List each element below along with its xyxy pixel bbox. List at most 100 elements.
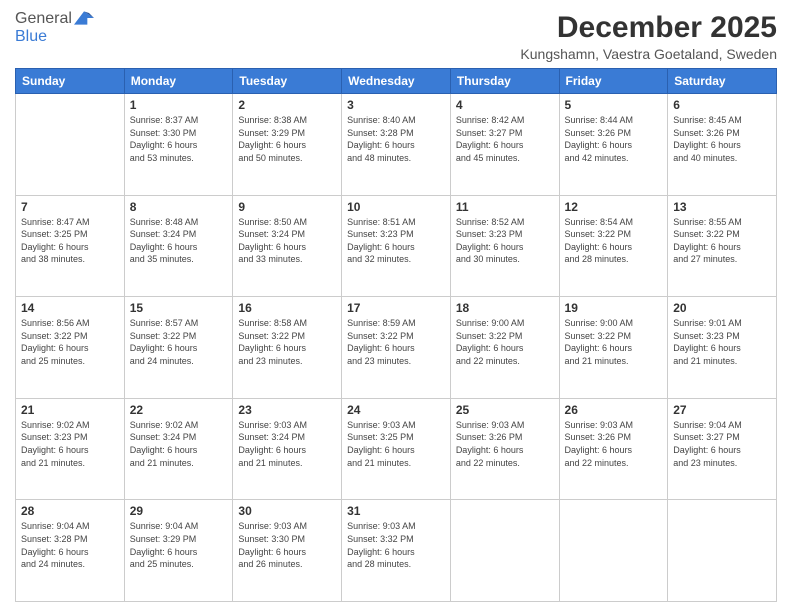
day-info: Sunrise: 8:57 AM Sunset: 3:22 PM Dayligh… (130, 317, 228, 367)
day-number: 18 (456, 301, 554, 315)
day-info: Sunrise: 9:04 AM Sunset: 3:27 PM Dayligh… (673, 419, 771, 469)
day-cell: 18Sunrise: 9:00 AM Sunset: 3:22 PM Dayli… (450, 297, 559, 399)
day-info: Sunrise: 9:04 AM Sunset: 3:28 PM Dayligh… (21, 520, 119, 570)
day-cell: 19Sunrise: 9:00 AM Sunset: 3:22 PM Dayli… (559, 297, 668, 399)
day-cell: 21 Sunrise: 9:02 AM Sunset: 3:23 PM Dayli… (16, 398, 125, 500)
day-number: 23 (238, 403, 336, 417)
title-section: December 2025 Kungshamn, Vaestra Goetala… (520, 10, 777, 62)
day-info: Sunrise: 9:03 AM Sunset: 3:24 PM Dayligh… (238, 419, 336, 469)
day-info: Sunrise: 9:02 AM Sunset: 3:24 PM Dayligh… (130, 419, 228, 469)
day-cell: 14 Sunrise: 8:56 AM Sunset: 3:22 PM Dayli… (16, 297, 125, 399)
header-monday: Monday (124, 69, 233, 94)
day-number: 5 (565, 98, 663, 112)
week-row-3: 14 Sunrise: 8:56 AM Sunset: 3:22 PM Dayli… (16, 297, 777, 399)
day-cell: 6 Sunrise: 8:45 AM Sunset: 3:26 PM Daylig… (668, 94, 777, 196)
day-cell: 31Sunrise: 9:03 AM Sunset: 3:32 PM Dayli… (342, 500, 451, 602)
day-info: Sunrise: 8:38 AM Sunset: 3:29 PM Dayligh… (238, 114, 336, 164)
day-info: Sunrise: 8:44 AM Sunset: 3:26 PM Dayligh… (565, 114, 663, 164)
logo-icon (74, 8, 94, 28)
day-cell: 29Sunrise: 9:04 AM Sunset: 3:29 PM Dayli… (124, 500, 233, 602)
day-number: 2 (238, 98, 336, 112)
day-number: 21 (21, 403, 119, 417)
day-number: 1 (130, 98, 228, 112)
day-cell: 13 Sunrise: 8:55 AM Sunset: 3:22 PM Dayli… (668, 195, 777, 297)
day-number: 10 (347, 200, 445, 214)
day-number: 7 (21, 200, 119, 214)
day-info: Sunrise: 8:50 AM Sunset: 3:24 PM Dayligh… (238, 216, 336, 266)
day-cell: 25 Sunrise: 9:03 AM Sunset: 3:26 PM Dayli… (450, 398, 559, 500)
day-info: Sunrise: 8:52 AM Sunset: 3:23 PM Dayligh… (456, 216, 554, 266)
day-number: 24 (347, 403, 445, 417)
logo-general: General (15, 10, 72, 28)
calendar-table: Sunday Monday Tuesday Wednesday Thursday… (15, 68, 777, 602)
day-cell: 28Sunrise: 9:04 AM Sunset: 3:28 PM Dayli… (16, 500, 125, 602)
day-info: Sunrise: 8:40 AM Sunset: 3:28 PM Dayligh… (347, 114, 445, 164)
day-number: 30 (238, 504, 336, 518)
day-number: 14 (21, 301, 119, 315)
day-info: Sunrise: 9:03 AM Sunset: 3:26 PM Dayligh… (456, 419, 554, 469)
header-wednesday: Wednesday (342, 69, 451, 94)
day-cell: 16Sunrise: 8:58 AM Sunset: 3:22 PM Dayli… (233, 297, 342, 399)
day-cell: 23 Sunrise: 9:03 AM Sunset: 3:24 PM Dayli… (233, 398, 342, 500)
day-cell: 3 Sunrise: 8:40 AM Sunset: 3:28 PM Daylig… (342, 94, 451, 196)
day-cell: 11Sunrise: 8:52 AM Sunset: 3:23 PM Dayli… (450, 195, 559, 297)
week-row-2: 7 Sunrise: 8:47 AM Sunset: 3:25 PM Daylig… (16, 195, 777, 297)
day-cell: 8 Sunrise: 8:48 AM Sunset: 3:24 PM Daylig… (124, 195, 233, 297)
day-number: 17 (347, 301, 445, 315)
day-cell (559, 500, 668, 602)
day-info: Sunrise: 8:48 AM Sunset: 3:24 PM Dayligh… (130, 216, 228, 266)
day-cell: 1Sunrise: 8:37 AM Sunset: 3:30 PM Daylig… (124, 94, 233, 196)
day-number: 3 (347, 98, 445, 112)
day-info: Sunrise: 9:03 AM Sunset: 3:25 PM Dayligh… (347, 419, 445, 469)
day-info: Sunrise: 9:04 AM Sunset: 3:29 PM Dayligh… (130, 520, 228, 570)
calendar-page: General Blue December 2025 Kungshamn, Va… (0, 0, 792, 612)
day-number: 27 (673, 403, 771, 417)
day-number: 20 (673, 301, 771, 315)
day-info: Sunrise: 8:56 AM Sunset: 3:22 PM Dayligh… (21, 317, 119, 367)
day-info: Sunrise: 8:45 AM Sunset: 3:26 PM Dayligh… (673, 114, 771, 164)
day-info: Sunrise: 8:54 AM Sunset: 3:22 PM Dayligh… (565, 216, 663, 266)
day-info: Sunrise: 9:03 AM Sunset: 3:30 PM Dayligh… (238, 520, 336, 570)
day-number: 13 (673, 200, 771, 214)
day-info: Sunrise: 9:03 AM Sunset: 3:26 PM Dayligh… (565, 419, 663, 469)
header-thursday: Thursday (450, 69, 559, 94)
header-tuesday: Tuesday (233, 69, 342, 94)
day-cell: 20 Sunrise: 9:01 AM Sunset: 3:23 PM Dayli… (668, 297, 777, 399)
day-cell: 30 Sunrise: 9:03 AM Sunset: 3:30 PM Dayli… (233, 500, 342, 602)
header: General Blue December 2025 Kungshamn, Va… (15, 10, 777, 62)
day-cell: 7 Sunrise: 8:47 AM Sunset: 3:25 PM Daylig… (16, 195, 125, 297)
day-info: Sunrise: 8:42 AM Sunset: 3:27 PM Dayligh… (456, 114, 554, 164)
day-cell: 15Sunrise: 8:57 AM Sunset: 3:22 PM Dayli… (124, 297, 233, 399)
day-number: 19 (565, 301, 663, 315)
day-number: 6 (673, 98, 771, 112)
day-cell: 9 Sunrise: 8:50 AM Sunset: 3:24 PM Daylig… (233, 195, 342, 297)
day-cell: 4Sunrise: 8:42 AM Sunset: 3:27 PM Daylig… (450, 94, 559, 196)
day-cell (16, 94, 125, 196)
day-cell: 2 Sunrise: 8:38 AM Sunset: 3:29 PM Daylig… (233, 94, 342, 196)
day-number: 22 (130, 403, 228, 417)
day-cell: 24 Sunrise: 9:03 AM Sunset: 3:25 PM Dayli… (342, 398, 451, 500)
header-friday: Friday (559, 69, 668, 94)
day-info: Sunrise: 9:02 AM Sunset: 3:23 PM Dayligh… (21, 419, 119, 469)
day-number: 12 (565, 200, 663, 214)
logo: General Blue (15, 10, 94, 46)
day-cell: 10 Sunrise: 8:51 AM Sunset: 3:23 PM Dayli… (342, 195, 451, 297)
day-info: Sunrise: 8:47 AM Sunset: 3:25 PM Dayligh… (21, 216, 119, 266)
day-number: 25 (456, 403, 554, 417)
day-info: Sunrise: 8:58 AM Sunset: 3:22 PM Dayligh… (238, 317, 336, 367)
day-info: Sunrise: 8:51 AM Sunset: 3:23 PM Dayligh… (347, 216, 445, 266)
week-row-5: 28Sunrise: 9:04 AM Sunset: 3:28 PM Dayli… (16, 500, 777, 602)
day-number: 8 (130, 200, 228, 214)
day-cell: 26Sunrise: 9:03 AM Sunset: 3:26 PM Dayli… (559, 398, 668, 500)
day-number: 31 (347, 504, 445, 518)
day-cell (668, 500, 777, 602)
calendar-title: December 2025 (520, 10, 777, 46)
day-info: Sunrise: 9:01 AM Sunset: 3:23 PM Dayligh… (673, 317, 771, 367)
day-cell (450, 500, 559, 602)
day-number: 9 (238, 200, 336, 214)
header-saturday: Saturday (668, 69, 777, 94)
day-info: Sunrise: 8:55 AM Sunset: 3:22 PM Dayligh… (673, 216, 771, 266)
calendar-subtitle: Kungshamn, Vaestra Goetaland, Sweden (520, 46, 777, 62)
day-cell: 22 Sunrise: 9:02 AM Sunset: 3:24 PM Dayli… (124, 398, 233, 500)
day-cell: 27 Sunrise: 9:04 AM Sunset: 3:27 PM Dayli… (668, 398, 777, 500)
